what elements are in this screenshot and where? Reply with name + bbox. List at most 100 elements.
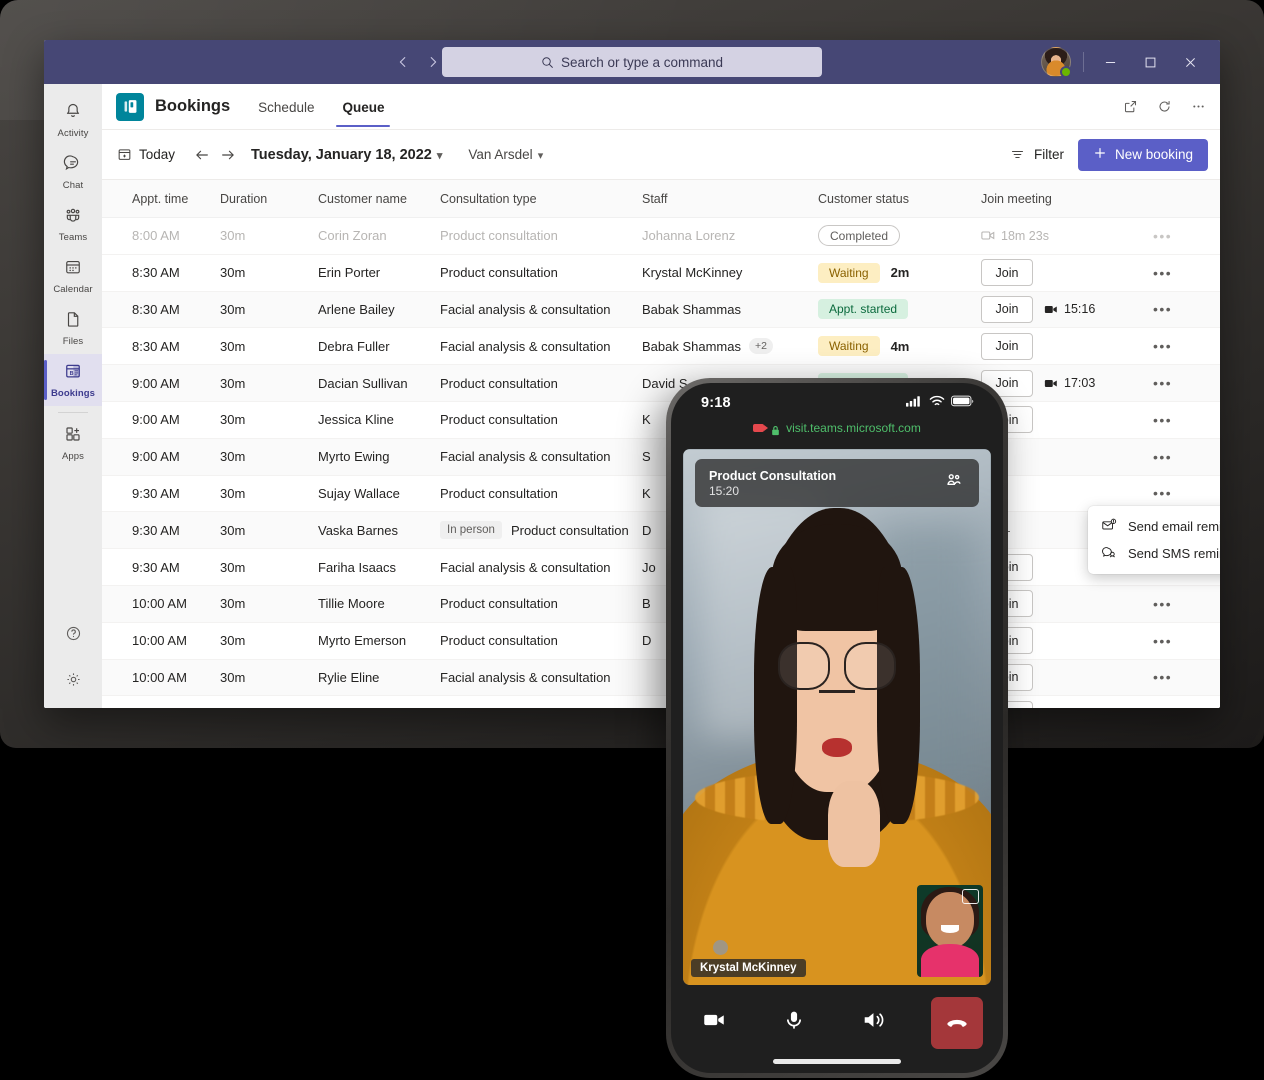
cell-customer-name: Rylie Eline bbox=[318, 670, 440, 685]
minimize-button[interactable] bbox=[1090, 40, 1130, 84]
consultation-type-text: Product consultation bbox=[440, 633, 558, 648]
cell-consultation-type: Facial analysis & consultation bbox=[440, 670, 642, 685]
row-more-button[interactable]: ••• bbox=[1153, 486, 1172, 500]
table-row[interactable]: 10:00 AM30mTillie MooreProduct consultat… bbox=[102, 586, 1220, 623]
flip-camera-icon[interactable] bbox=[962, 889, 979, 904]
row-more-button[interactable]: ••• bbox=[1153, 229, 1172, 243]
cell-customer-name: Dacian Sullivan bbox=[318, 376, 440, 391]
gear-icon[interactable] bbox=[64, 670, 83, 694]
speaker-button[interactable] bbox=[851, 997, 897, 1043]
next-day-button[interactable] bbox=[215, 142, 241, 168]
table-row[interactable]: 8:00 AM30mCorin ZoranProduct consultatio… bbox=[102, 218, 1220, 255]
table-row[interactable]: 9:00 AM30mMyrto EwingFacial analysis & c… bbox=[102, 439, 1220, 476]
sidebar-item-apps[interactable]: Apps bbox=[44, 417, 102, 469]
table-row[interactable]: 8:30 AM30mErin PorterProduct consultatio… bbox=[102, 255, 1220, 292]
camera-button[interactable] bbox=[691, 997, 737, 1043]
search-input[interactable]: Search or type a command bbox=[442, 47, 822, 77]
menu-item-send-email-reminder[interactable]: Send email reminder › bbox=[1088, 513, 1220, 540]
sidebar-item-label: Chat bbox=[63, 180, 83, 191]
row-more-button[interactable]: ••• bbox=[1153, 707, 1172, 708]
people-icon[interactable] bbox=[943, 470, 965, 497]
sidebar-item-bookings[interactable]: B Bookings bbox=[44, 354, 102, 406]
filter-label: Filter bbox=[1034, 147, 1064, 162]
row-more-button[interactable]: ••• bbox=[1153, 597, 1172, 611]
maximize-button[interactable] bbox=[1130, 40, 1170, 84]
sidebar-item-calendar[interactable]: Calendar bbox=[44, 250, 102, 302]
cell-appt-time: 10:30 AM bbox=[102, 707, 220, 708]
table-row[interactable]: 9:30 AM30mFariha IsaacsFacial analysis &… bbox=[102, 549, 1220, 586]
tab-queue[interactable]: Queue bbox=[336, 87, 390, 127]
table-row[interactable]: 10:00 AM30mRylie ElineFacial analysis & … bbox=[102, 660, 1220, 697]
table-row[interactable]: 8:30 AM30mDebra FullerFacial analysis & … bbox=[102, 328, 1220, 365]
row-context-menu: Send email reminder › Send SMS reminder bbox=[1088, 506, 1220, 574]
cell-customer-name: Sujay Wallace bbox=[318, 486, 440, 501]
row-more-button[interactable]: ••• bbox=[1153, 339, 1172, 353]
consultation-type-text: Product consultation bbox=[440, 412, 558, 427]
table-row[interactable]: 9:00 AM30mJessica KlineProduct consultat… bbox=[102, 402, 1220, 439]
cell-customer-name: Fariha Isaacs bbox=[318, 560, 440, 575]
email-reminder-icon bbox=[1101, 517, 1117, 536]
phone-clock: 9:18 bbox=[701, 395, 731, 411]
cell-consultation-type: Product consultation bbox=[440, 228, 642, 243]
table-row[interactable]: 10:30 AM30mHenry MattinProduct consultat… bbox=[102, 696, 1220, 708]
meeting-info-text: Product Consultation 15:20 bbox=[709, 468, 836, 499]
row-more-button[interactable]: ••• bbox=[1153, 670, 1172, 684]
tab-schedule[interactable]: Schedule bbox=[252, 87, 320, 127]
more-icon[interactable] bbox=[1188, 97, 1208, 117]
table-row[interactable]: 10:00 AM30mMyrto EmersonProduct consulta… bbox=[102, 623, 1220, 660]
column-duration: Duration bbox=[220, 192, 318, 206]
date-picker[interactable]: Tuesday, January 18, 2022▾ bbox=[251, 147, 442, 163]
sidebar-item-files[interactable]: Files bbox=[44, 302, 102, 354]
new-booking-button[interactable]: New booking bbox=[1078, 139, 1208, 171]
table-row[interactable]: 9:00 AM30mDacian SullivanProduct consult… bbox=[102, 365, 1220, 402]
back-icon[interactable] bbox=[392, 51, 414, 73]
row-more-button[interactable]: ••• bbox=[1153, 302, 1172, 316]
cell-appt-time: 8:00 AM bbox=[102, 228, 220, 243]
forward-icon[interactable] bbox=[422, 51, 444, 73]
cell-duration: 30m bbox=[220, 449, 318, 464]
join-button[interactable]: Join bbox=[981, 296, 1033, 323]
table-row[interactable]: 9:30 AM30mVaska BarnesIn personProduct c… bbox=[102, 512, 1220, 549]
cell-duration: 30m bbox=[220, 523, 318, 538]
table-row[interactable]: 9:30 AM30mSujay WallaceProduct consultat… bbox=[102, 476, 1220, 513]
status-badge: Completed bbox=[818, 225, 900, 246]
department-selector[interactable]: Van Arsdel▾ bbox=[468, 147, 543, 162]
prev-day-button[interactable] bbox=[189, 142, 215, 168]
table-row[interactable]: 8:30 AM30mArlene BaileyFacial analysis &… bbox=[102, 292, 1220, 329]
sidebar-item-chat[interactable]: Chat bbox=[44, 146, 102, 198]
row-more-button[interactable]: ••• bbox=[1153, 376, 1172, 390]
consultation-type-text: Facial analysis & consultation bbox=[440, 339, 611, 354]
popout-icon[interactable] bbox=[1120, 97, 1140, 117]
cell-staff: Babak Shammas+2 bbox=[642, 338, 818, 354]
self-view-pip[interactable] bbox=[917, 885, 983, 977]
join-button[interactable]: Join bbox=[981, 333, 1033, 360]
filter-button[interactable]: Filter bbox=[1010, 147, 1064, 163]
phone-screen: 9:18 visit.teams bbox=[671, 383, 1003, 1073]
staff-name: K bbox=[642, 486, 651, 501]
row-more-button[interactable]: ••• bbox=[1153, 266, 1172, 280]
phone-url-text: visit.teams.microsoft.com bbox=[786, 421, 921, 435]
phone-mockup: 9:18 visit.teams bbox=[666, 378, 1008, 1078]
home-indicator bbox=[773, 1059, 901, 1064]
staff-name: Krystal McKinney bbox=[642, 265, 742, 280]
avatar[interactable] bbox=[1041, 47, 1071, 77]
hangup-button[interactable] bbox=[931, 997, 983, 1049]
row-more-button[interactable]: ••• bbox=[1153, 634, 1172, 648]
column-customer-status: Customer status bbox=[818, 192, 981, 206]
microphone-button[interactable] bbox=[771, 997, 817, 1043]
status-badge: Waiting bbox=[818, 263, 880, 283]
participant-hair-right bbox=[877, 567, 920, 824]
sidebar-item-activity[interactable]: Activity bbox=[44, 94, 102, 146]
join-button[interactable]: Join bbox=[981, 259, 1033, 286]
menu-item-send-sms-reminder[interactable]: Send SMS reminder bbox=[1088, 540, 1220, 567]
refresh-icon[interactable] bbox=[1154, 97, 1174, 117]
row-more-button[interactable]: ••• bbox=[1153, 413, 1172, 427]
row-more-button[interactable]: ••• bbox=[1153, 450, 1172, 464]
help-icon[interactable] bbox=[64, 624, 83, 648]
cell-consultation-type: Facial analysis & consultation bbox=[440, 560, 642, 575]
app-header-actions bbox=[1120, 97, 1208, 117]
close-button[interactable] bbox=[1170, 40, 1210, 84]
today-button[interactable]: Today bbox=[116, 147, 175, 163]
consultation-type-text: Product consultation bbox=[440, 265, 558, 280]
sidebar-item-teams[interactable]: Teams bbox=[44, 198, 102, 250]
